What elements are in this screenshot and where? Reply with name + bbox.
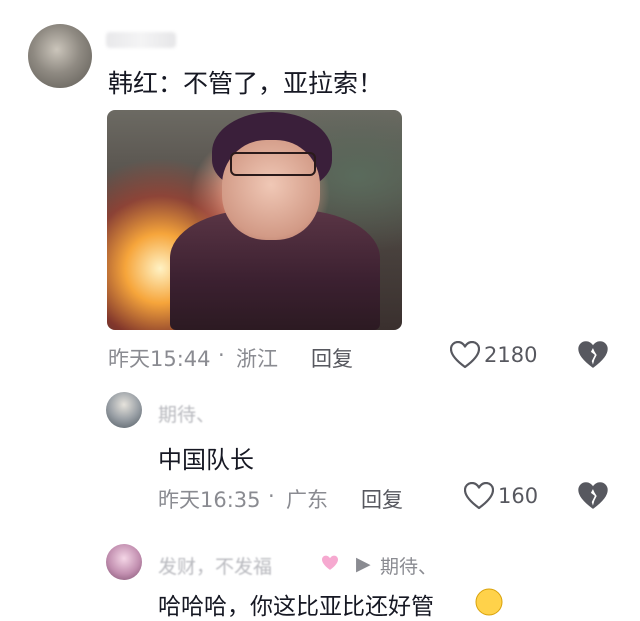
commenter-name-blurred[interactable] [106,32,176,48]
broken-heart-icon[interactable] [577,340,609,370]
reply1-avatar[interactable] [106,392,142,428]
comment-location: 浙江 [236,347,278,371]
pink-heart-emoji [320,554,340,572]
reply1-reply-button[interactable]: 回复 [361,484,403,514]
comment-text: 韩红：不管了，亚拉索！ [108,69,384,98]
comment-like-count: 2180 [484,343,538,367]
meta-separator: · [268,484,275,508]
commenter-avatar[interactable] [28,24,92,88]
reply2-author[interactable]: 发财，不发福 [158,552,272,579]
reply1-location: 广东 [286,488,328,512]
laughing-face-emoji [474,588,504,616]
reply2-text: 哈哈哈，你这比亚比还好管 [158,594,434,620]
broken-heart-icon[interactable] [577,481,609,511]
reply1-text: 中国队长 [158,446,254,474]
reply1-author[interactable]: 期待、 [158,400,215,427]
reply2-to-name[interactable]: 期待、 [380,552,437,579]
comment-time: 昨天15:44 [108,347,211,371]
comment-reply-button[interactable]: 回复 [311,343,353,373]
heart-outline-icon[interactable] [463,481,495,511]
meta-separator: · [218,343,225,367]
image-glasses-shape [230,152,316,176]
reply1-like-count: 160 [498,484,539,508]
reply2-avatar[interactable] [106,544,142,580]
reply-arrow-icon: ▶ [356,553,371,575]
heart-outline-icon[interactable] [449,340,481,370]
reply1-time: 昨天16:35 [158,488,261,512]
